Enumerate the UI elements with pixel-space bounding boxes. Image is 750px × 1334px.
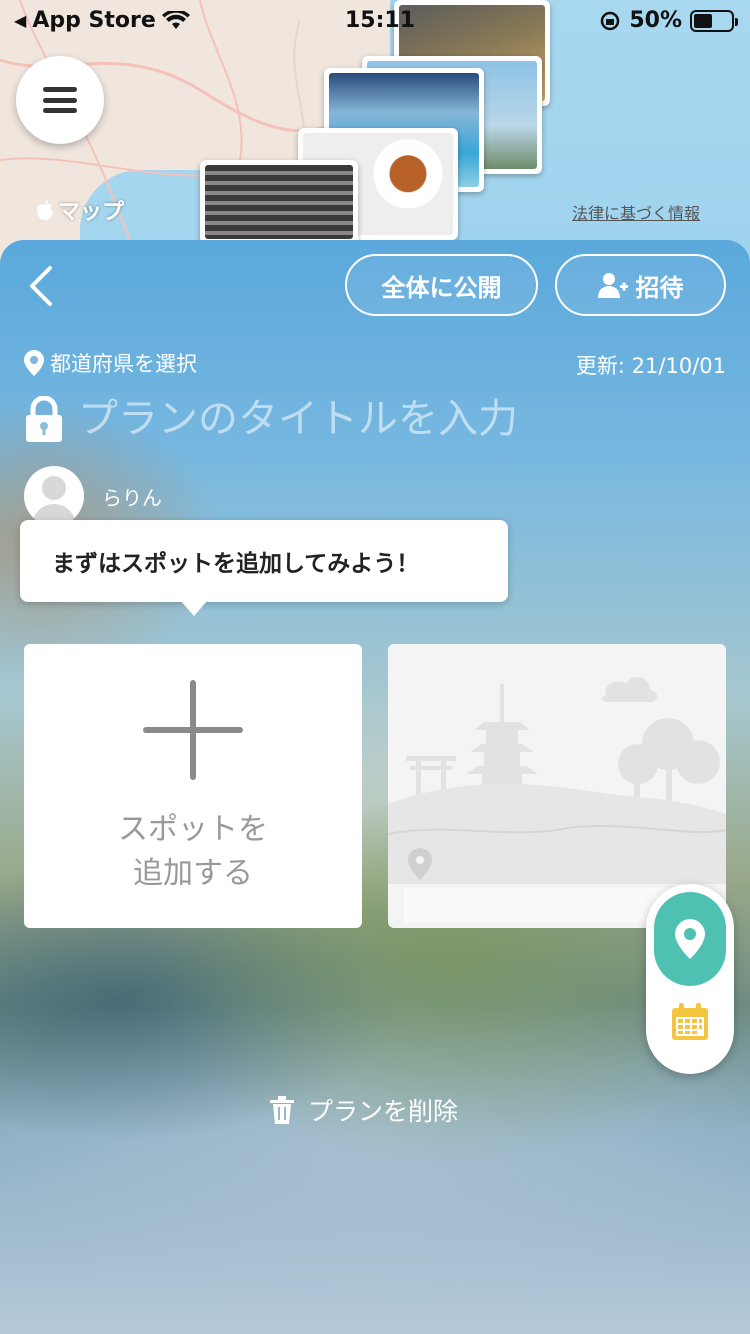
plan-title-input[interactable] bbox=[78, 396, 678, 442]
add-user-icon bbox=[597, 273, 628, 298]
battery-percent: 50% bbox=[629, 8, 682, 33]
apple-icon bbox=[37, 200, 53, 220]
prefecture-selector[interactable]: 都道府県を選択 bbox=[24, 348, 197, 378]
avatar bbox=[24, 466, 84, 526]
plus-icon bbox=[143, 680, 243, 780]
menu-icon bbox=[43, 87, 77, 113]
battery-icon bbox=[690, 9, 738, 32]
updated-date: 更新: 21/10/01 bbox=[575, 354, 726, 378]
rotation-lock-icon bbox=[601, 11, 620, 30]
maps-logo-text: マップ bbox=[58, 200, 125, 225]
add-spot-card[interactable]: スポットを 追加する bbox=[24, 644, 362, 928]
status-time: 15:11 bbox=[345, 8, 416, 33]
plan-sheet: 全体に公開 招待 都道府県を選択 更新: 21/10/01 らりん bbox=[0, 240, 750, 1334]
user-name: らりん bbox=[102, 485, 162, 510]
menu-button[interactable] bbox=[16, 56, 104, 144]
tooltip-text: まずはスポットを追加してみよう！ bbox=[52, 551, 420, 577]
map-view-button[interactable] bbox=[654, 892, 726, 986]
view-switcher bbox=[646, 884, 734, 1074]
back-arrow-icon: ◀ bbox=[14, 11, 27, 30]
wifi-icon bbox=[161, 10, 190, 29]
maps-logo: マップ bbox=[36, 194, 124, 226]
trash-icon bbox=[270, 1096, 294, 1124]
invite-button-label: 招待 bbox=[635, 273, 684, 302]
title-row bbox=[24, 396, 678, 442]
delete-plan-label: プランを削除 bbox=[308, 1097, 459, 1126]
back-chevron-icon[interactable] bbox=[24, 264, 64, 308]
pagoda-illustration bbox=[388, 676, 726, 884]
back-app-label: App Store bbox=[32, 8, 156, 33]
map-view[interactable]: ◀ App Store 15:11 50% マップ 法律に基づく情報 bbox=[0, 0, 750, 270]
photo-thumbnail[interactable] bbox=[200, 160, 358, 244]
plan-owner[interactable]: らりん bbox=[24, 466, 162, 526]
lock-icon[interactable] bbox=[24, 396, 64, 442]
publish-button-label: 全体に公開 bbox=[381, 273, 502, 302]
add-spot-label: スポットを 追加する bbox=[24, 808, 362, 896]
add-spot-label-line1: スポットを bbox=[118, 812, 268, 847]
calendar-icon[interactable] bbox=[670, 1002, 710, 1042]
invite-button[interactable]: 招待 bbox=[555, 254, 726, 316]
map-pin-icon bbox=[675, 919, 705, 959]
add-spot-label-line2: 追加する bbox=[133, 856, 253, 891]
location-pin-icon bbox=[24, 350, 44, 376]
back-to-app-store[interactable]: ◀ App Store bbox=[14, 8, 190, 33]
prefecture-label: 都道府県を選択 bbox=[50, 352, 197, 376]
add-spot-tooltip: まずはスポットを追加してみよう！ bbox=[20, 520, 508, 616]
legal-link[interactable]: 法律に基づく情報 bbox=[572, 200, 700, 224]
delete-plan-button[interactable]: プランを削除 bbox=[270, 1092, 458, 1128]
publish-button[interactable]: 全体に公開 bbox=[345, 254, 538, 316]
status-bar: ◀ App Store 15:11 50% bbox=[0, 0, 750, 40]
